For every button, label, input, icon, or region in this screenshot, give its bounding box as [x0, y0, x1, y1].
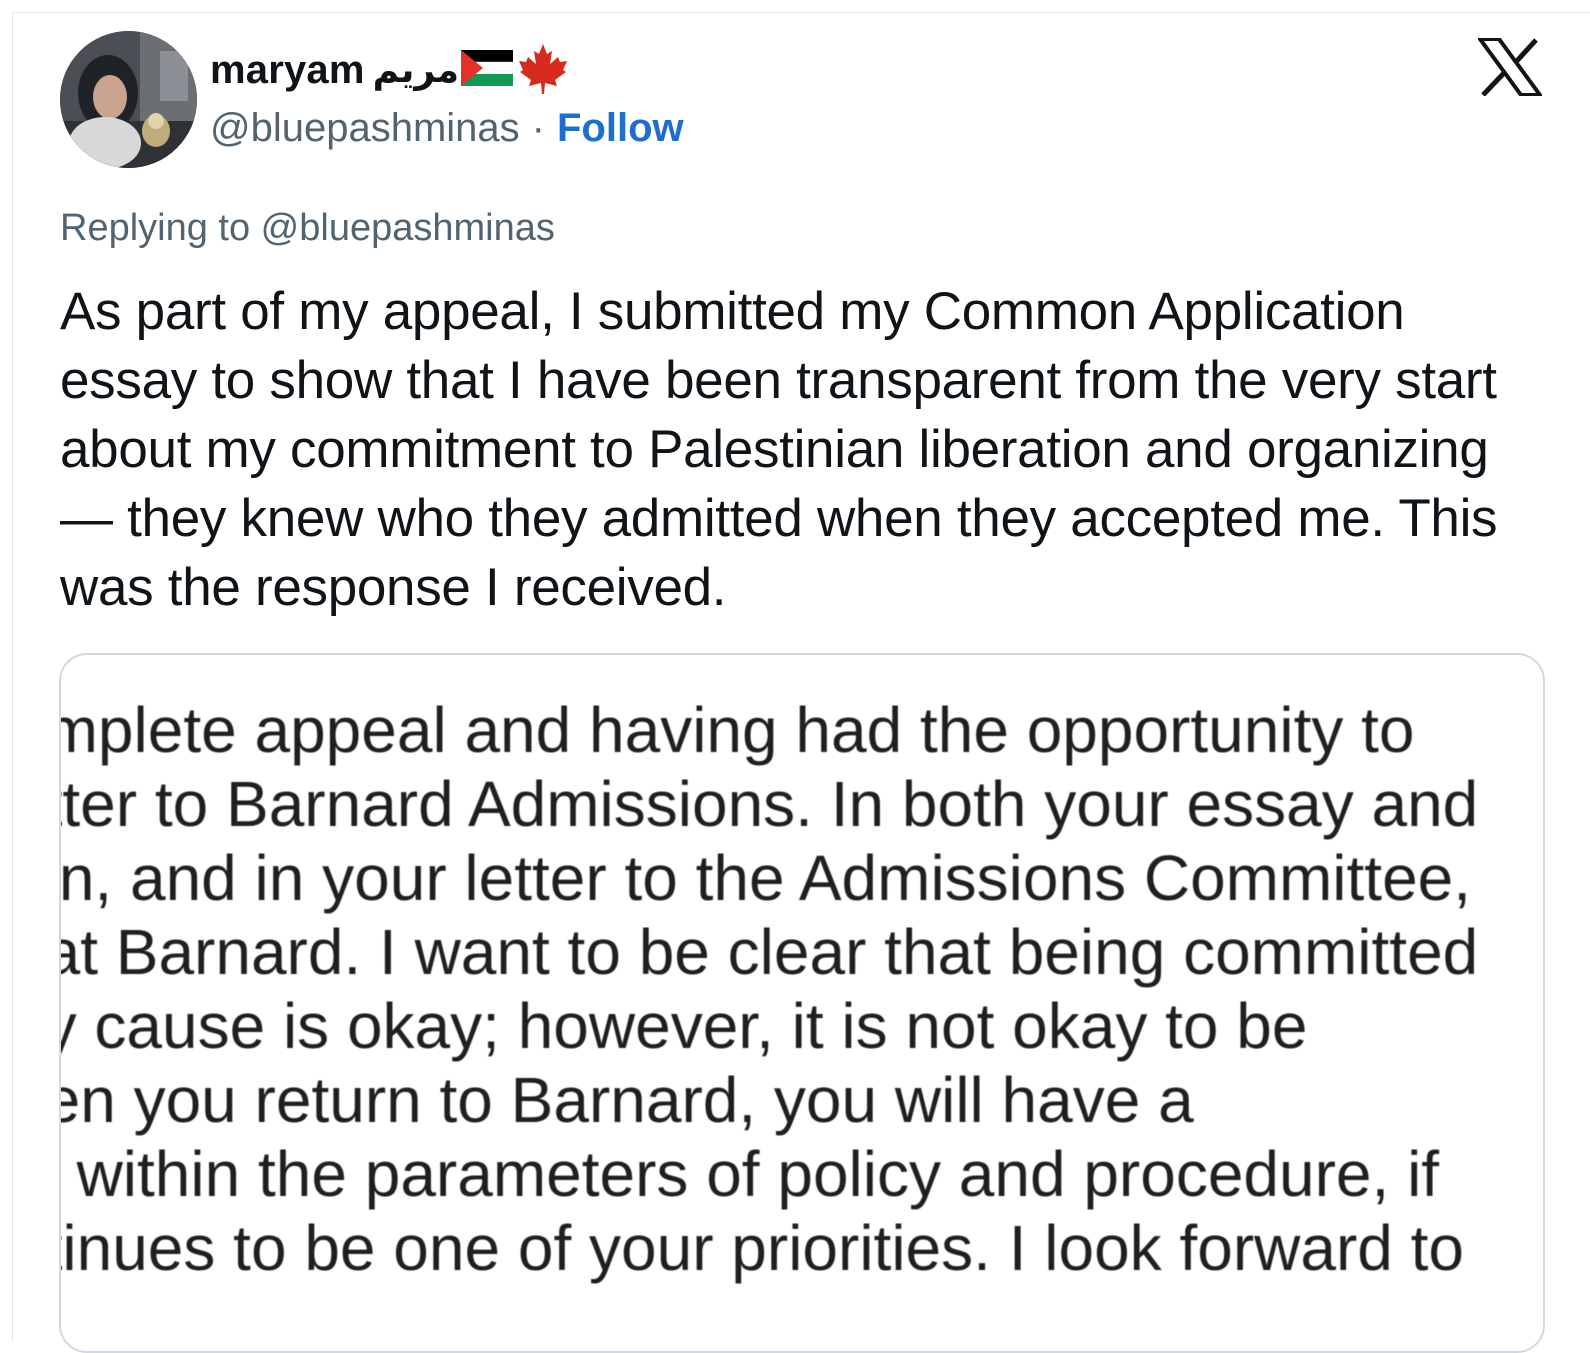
media-image[interactable]: omplete appeal and having had the opport…	[59, 653, 1545, 1353]
x-logo-icon[interactable]	[1476, 37, 1544, 97]
letter-line: ny cause is okay; however, it is not oka…	[59, 990, 1308, 1062]
letter-line: hen you return to Barnard, you will have…	[59, 1064, 1194, 1136]
handle-row: @bluepashminas · Follow	[210, 106, 684, 151]
letter-excerpt: omplete appeal and having had the opport…	[59, 693, 1543, 1285]
follow-button[interactable]: Follow	[557, 106, 684, 151]
letter-line: ntinues to be one of your priorities. I …	[59, 1212, 1464, 1284]
replying-to: Replying to @bluepashminas	[60, 207, 555, 249]
letter-line: hat Barnard. I want to be clear that bei…	[59, 916, 1479, 988]
maple-leaf-icon	[517, 42, 569, 99]
display-name[interactable]: maryam	[210, 48, 365, 93]
letter-line: ain, and in your letter to the Admission…	[59, 842, 1472, 914]
separator-dot: ·	[531, 106, 545, 150]
letter-line: s, within the parameters of policy and p…	[59, 1138, 1440, 1210]
letter-line: omplete appeal and having had the opport…	[59, 694, 1415, 766]
tweet-text: As part of my appeal, I submitted my Com…	[60, 282, 1498, 617]
avatar[interactable]	[60, 31, 197, 168]
arabic-name[interactable]: مريم	[373, 50, 459, 91]
letter-line: etter to Barnard Admissions. In both you…	[59, 768, 1479, 840]
palestine-flag-icon	[460, 49, 514, 91]
author-name-row[interactable]: maryam مريم	[210, 42, 569, 99]
user-handle[interactable]: @bluepashminas	[210, 106, 520, 151]
